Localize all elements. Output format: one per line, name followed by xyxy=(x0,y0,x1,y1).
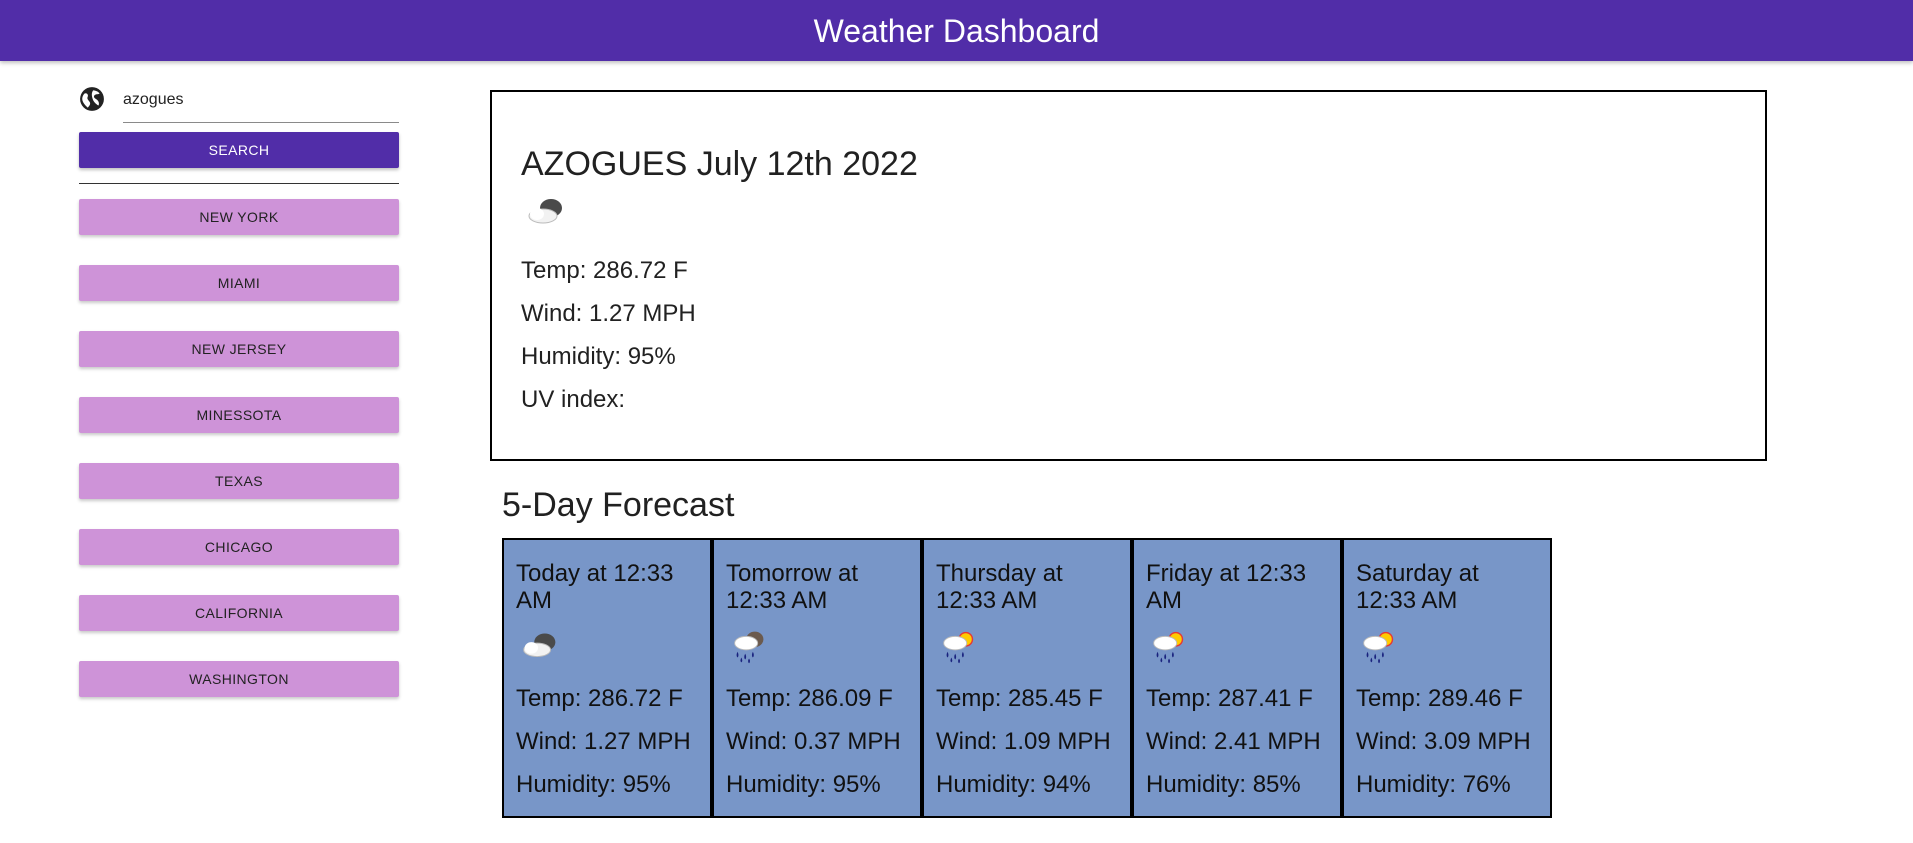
search-input[interactable] xyxy=(123,80,399,120)
forecast-temp: Temp: 289.46 F xyxy=(1356,685,1523,712)
sun-rain-icon xyxy=(943,631,974,664)
sun-rain-icon xyxy=(1153,631,1184,664)
forecast-card: Thursday at 12:33 AM Temp: 285.45 F Wind… xyxy=(922,538,1132,818)
search-field xyxy=(80,80,399,123)
current-city-title: AZOGUES July 12th 2022 xyxy=(521,145,918,183)
forecast-temp: Temp: 287.41 F xyxy=(1146,685,1313,712)
current-humidity: Humidity: 95% xyxy=(521,343,676,370)
cloud-icon xyxy=(528,199,562,224)
forecast-humidity: Humidity: 95% xyxy=(516,771,671,798)
forecast-date: Tomorrow at 12:33 AM xyxy=(726,560,859,614)
current-wind: Wind: 1.27 MPH xyxy=(521,300,696,327)
forecast-card: Saturday at 12:33 AM Temp: 289.46 F Wind… xyxy=(1342,538,1552,818)
city-button-texas[interactable]: TEXAS xyxy=(79,463,399,499)
current-stats: Temp: 286.72 F Wind: 1.27 MPH Humidity: … xyxy=(521,249,1736,421)
divider xyxy=(79,183,399,184)
forecast-humidity: Humidity: 95% xyxy=(726,771,881,798)
search-button[interactable]: SEARCH xyxy=(79,132,399,168)
sun-rain-icon xyxy=(1363,631,1394,664)
forecast-date: Friday at 12:33 AM xyxy=(1146,560,1307,614)
forecast-date: Today at 12:33 AM xyxy=(516,560,674,614)
forecast-temp: Temp: 286.09 F xyxy=(726,685,893,712)
forecast-wind: Wind: 2.41 MPH xyxy=(1146,728,1321,755)
forecast-humidity: Humidity: 94% xyxy=(936,771,1091,798)
current-temp: Temp: 286.72 F xyxy=(521,257,688,284)
app-header: Weather Dashboard xyxy=(0,0,1913,61)
city-button-minessota[interactable]: MINESSOTA xyxy=(79,397,399,433)
forecast-list: Today at 12:33 AM Temp: 286.72 F Wind: 1… xyxy=(502,538,1552,818)
city-button-washington[interactable]: WASHINGTON xyxy=(79,661,399,697)
forecast-date: Thursday at 12:33 AM xyxy=(936,560,1063,614)
forecast-wind: Wind: 3.09 MPH xyxy=(1356,728,1531,755)
rain-cloud-icon xyxy=(734,631,764,664)
forecast-card: Friday at 12:33 AM Temp: 287.41 F Wind: … xyxy=(1132,538,1342,818)
globe-icon xyxy=(80,87,104,111)
page-title: Weather Dashboard xyxy=(813,13,1100,49)
forecast-humidity: Humidity: 76% xyxy=(1356,771,1511,798)
city-button-new-jersey[interactable]: NEW JERSEY xyxy=(79,331,399,367)
forecast-card: Tomorrow at 12:33 AM Temp: 286.09 F Wind… xyxy=(712,538,922,818)
city-history-list: NEW YORK MIAMI NEW JERSEY MINESSOTA TEXA… xyxy=(79,199,399,697)
current-weather-card: AZOGUES July 12th 2022 Temp: 286.72 F Wi… xyxy=(490,90,1767,461)
forecast-wind: Wind: 1.09 MPH xyxy=(936,728,1111,755)
forecast-wind: Wind: 1.27 MPH xyxy=(516,728,691,755)
city-button-miami[interactable]: MIAMI xyxy=(79,265,399,301)
forecast-humidity: Humidity: 85% xyxy=(1146,771,1301,798)
city-button-california[interactable]: CALIFORNIA xyxy=(79,595,399,631)
current-uv: UV index: xyxy=(521,386,626,413)
city-button-new-york[interactable]: NEW YORK xyxy=(79,199,399,235)
forecast-wind: Wind: 0.37 MPH xyxy=(726,728,901,755)
forecast-card: Today at 12:33 AM Temp: 286.72 F Wind: 1… xyxy=(502,538,712,818)
forecast-temp: Temp: 286.72 F xyxy=(516,685,683,712)
forecast-temp: Temp: 285.45 F xyxy=(936,685,1103,712)
city-button-chicago[interactable]: CHICAGO xyxy=(79,529,399,565)
forecast-date: Saturday at 12:33 AM xyxy=(1356,560,1479,614)
cloud-icon xyxy=(523,633,556,658)
sidebar: SEARCH NEW YORK MIAMI NEW JERSEY MINESSO… xyxy=(79,80,399,727)
forecast-title: 5-Day Forecast xyxy=(502,486,735,524)
